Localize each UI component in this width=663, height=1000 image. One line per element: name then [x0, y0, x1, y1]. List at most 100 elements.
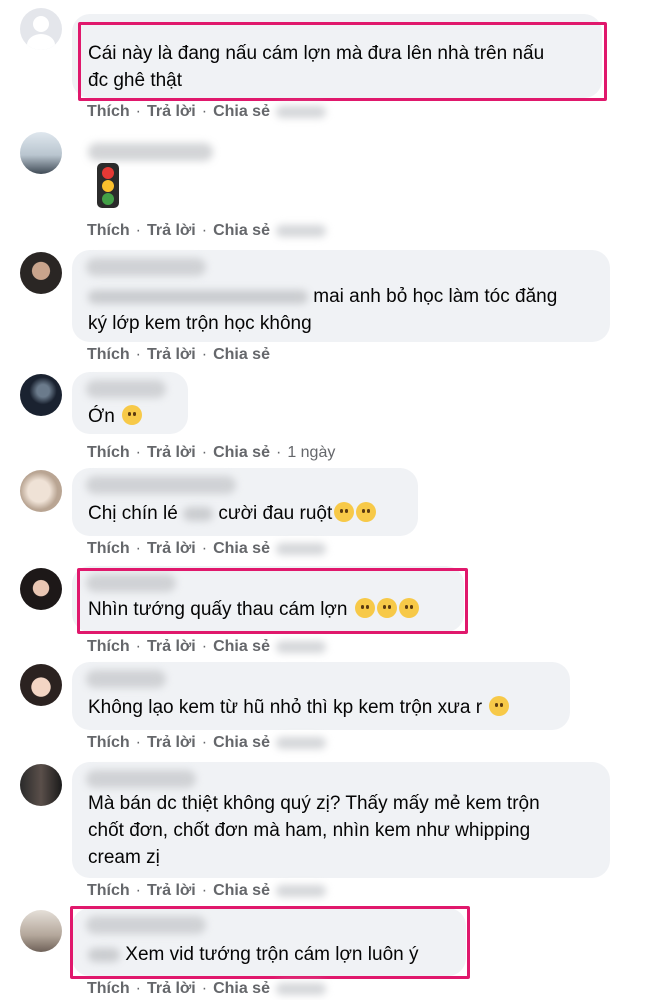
redacted-text [183, 506, 214, 521]
share-button[interactable]: Chia sẻ [213, 734, 270, 751]
share-button[interactable]: Chia sẻ [213, 346, 270, 363]
comment-text-part: cười đau ruột [218, 503, 333, 524]
comment-bubble: Chị chín lé cười đau ruột [72, 468, 418, 536]
comment-text: Không lạo kem từ hũ nhỏ thì kp kem trộn … [88, 694, 510, 721]
author-name-redacted[interactable] [86, 258, 206, 276]
timestamp-redacted [275, 736, 326, 749]
comment-text-visible: Không lạo kem từ hũ nhỏ thì kp kem trộn … [88, 697, 483, 718]
like-button[interactable]: Thích [87, 734, 130, 751]
laughing-face-icon [334, 502, 355, 522]
reply-button[interactable]: Trả lời [147, 638, 196, 655]
comment-actions: Thích · Trả lời · Chia sẻ [87, 540, 332, 558]
timestamp[interactable]: 1 ngày [287, 444, 335, 461]
reply-button[interactable]: Trả lời [147, 882, 196, 899]
avatar[interactable] [20, 374, 62, 416]
reply-button[interactable]: Trả lời [147, 444, 196, 461]
avatar[interactable] [20, 8, 62, 50]
comment-actions: Thích · Trả lời · Chia sẻ [87, 882, 332, 900]
separator: · [201, 882, 208, 899]
separator: · [135, 638, 141, 655]
author-name-redacted[interactable] [86, 670, 166, 688]
author-name-redacted[interactable] [86, 476, 236, 494]
comment-bubble: Không lạo kem từ hũ nhỏ thì kp kem trộn … [72, 662, 570, 730]
timestamp-redacted [275, 982, 326, 995]
avatar[interactable] [20, 764, 62, 806]
comment-text: Chị chín lé cười đau ruột [88, 500, 377, 527]
separator: · [275, 444, 282, 461]
comment-text-part: Chị chín lé [88, 503, 178, 524]
separator: · [135, 980, 141, 997]
timestamp-redacted [275, 640, 326, 653]
avatar[interactable] [20, 664, 62, 706]
separator: · [201, 734, 208, 751]
separator: · [135, 882, 141, 899]
comment-bubble: Mà bán dc thiệt không quý zị? Thấy mấy m… [72, 762, 610, 878]
like-button[interactable]: Thích [87, 103, 130, 120]
comment-actions: Thích · Trả lời · Chia sẻ [87, 222, 332, 240]
comment-actions: Thích · Trả lời · Chia sẻ [87, 103, 332, 121]
avatar[interactable] [20, 470, 62, 512]
comment-text-visible: Ớn [88, 406, 115, 427]
comment-text: mai anh bỏ học làm tóc đăng ký lớp kem t… [88, 283, 557, 337]
timestamp-redacted [275, 542, 326, 555]
avatar[interactable] [20, 132, 62, 174]
like-button[interactable]: Thích [87, 882, 130, 899]
reply-button[interactable]: Trả lời [147, 103, 196, 120]
separator: · [201, 540, 208, 557]
separator: · [201, 346, 208, 363]
comment-text: Mà bán dc thiệt không quý zị? Thấy mấy m… [88, 793, 540, 868]
laughing-face-icon [356, 502, 377, 522]
reply-button[interactable]: Trả lời [147, 222, 196, 239]
like-button[interactable]: Thích [87, 222, 130, 239]
comment-actions: Thích · Trả lời · Chia sẻ · 1 ngày [87, 444, 341, 462]
like-button[interactable]: Thích [87, 638, 130, 655]
author-name-redacted[interactable] [86, 380, 166, 398]
separator: · [135, 540, 141, 557]
comment-actions: Thích · Trả lời · Chia sẻ [87, 980, 332, 998]
reply-button[interactable]: Trả lời [147, 734, 196, 751]
separator: · [135, 103, 141, 120]
avatar[interactable] [20, 252, 62, 294]
reply-button[interactable]: Trả lời [147, 346, 196, 363]
share-button[interactable]: Chia sẻ [213, 444, 270, 461]
highlight-box [77, 568, 468, 634]
comment-bubble: mai anh bỏ học làm tóc đăng ký lớp kem t… [72, 250, 610, 342]
relieved-face-icon [489, 696, 510, 716]
redacted-text [88, 289, 308, 304]
share-button[interactable]: Chia sẻ [213, 980, 270, 997]
comment-bubble: Ớn [72, 372, 188, 434]
like-button[interactable]: Thích [87, 980, 130, 997]
highlight-box [78, 22, 607, 101]
reply-button[interactable]: Trả lời [147, 980, 196, 997]
share-button[interactable]: Chia sẻ [213, 882, 270, 899]
timestamp-redacted [275, 105, 326, 118]
timestamp-redacted [275, 884, 326, 897]
avatar[interactable] [20, 910, 62, 952]
avatar[interactable] [20, 568, 62, 610]
share-button[interactable]: Chia sẻ [213, 222, 270, 239]
author-name-redacted[interactable] [86, 770, 196, 788]
timestamp-redacted [275, 224, 326, 237]
like-button[interactable]: Thích [87, 346, 130, 363]
separator: · [201, 103, 208, 120]
comment-actions: Thích · Trả lời · Chia sẻ [87, 734, 332, 752]
fearful-face-icon [122, 405, 143, 425]
traffic-light-emoji [97, 163, 119, 208]
author-name-redacted[interactable] [88, 143, 213, 161]
separator: · [201, 222, 208, 239]
comment-text: Ớn [88, 403, 143, 430]
comment-actions: Thích · Trả lời · Chia sẻ [87, 346, 276, 364]
separator: · [201, 444, 208, 461]
separator: · [201, 980, 208, 997]
separator: · [135, 444, 141, 461]
separator: · [201, 638, 208, 655]
highlight-box [70, 906, 470, 979]
share-button[interactable]: Chia sẻ [213, 638, 270, 655]
share-button[interactable]: Chia sẻ [213, 103, 270, 120]
like-button[interactable]: Thích [87, 540, 130, 557]
share-button[interactable]: Chia sẻ [213, 540, 270, 557]
like-button[interactable]: Thích [87, 444, 130, 461]
reply-button[interactable]: Trả lời [147, 540, 196, 557]
separator: · [135, 734, 141, 751]
separator: · [135, 346, 141, 363]
